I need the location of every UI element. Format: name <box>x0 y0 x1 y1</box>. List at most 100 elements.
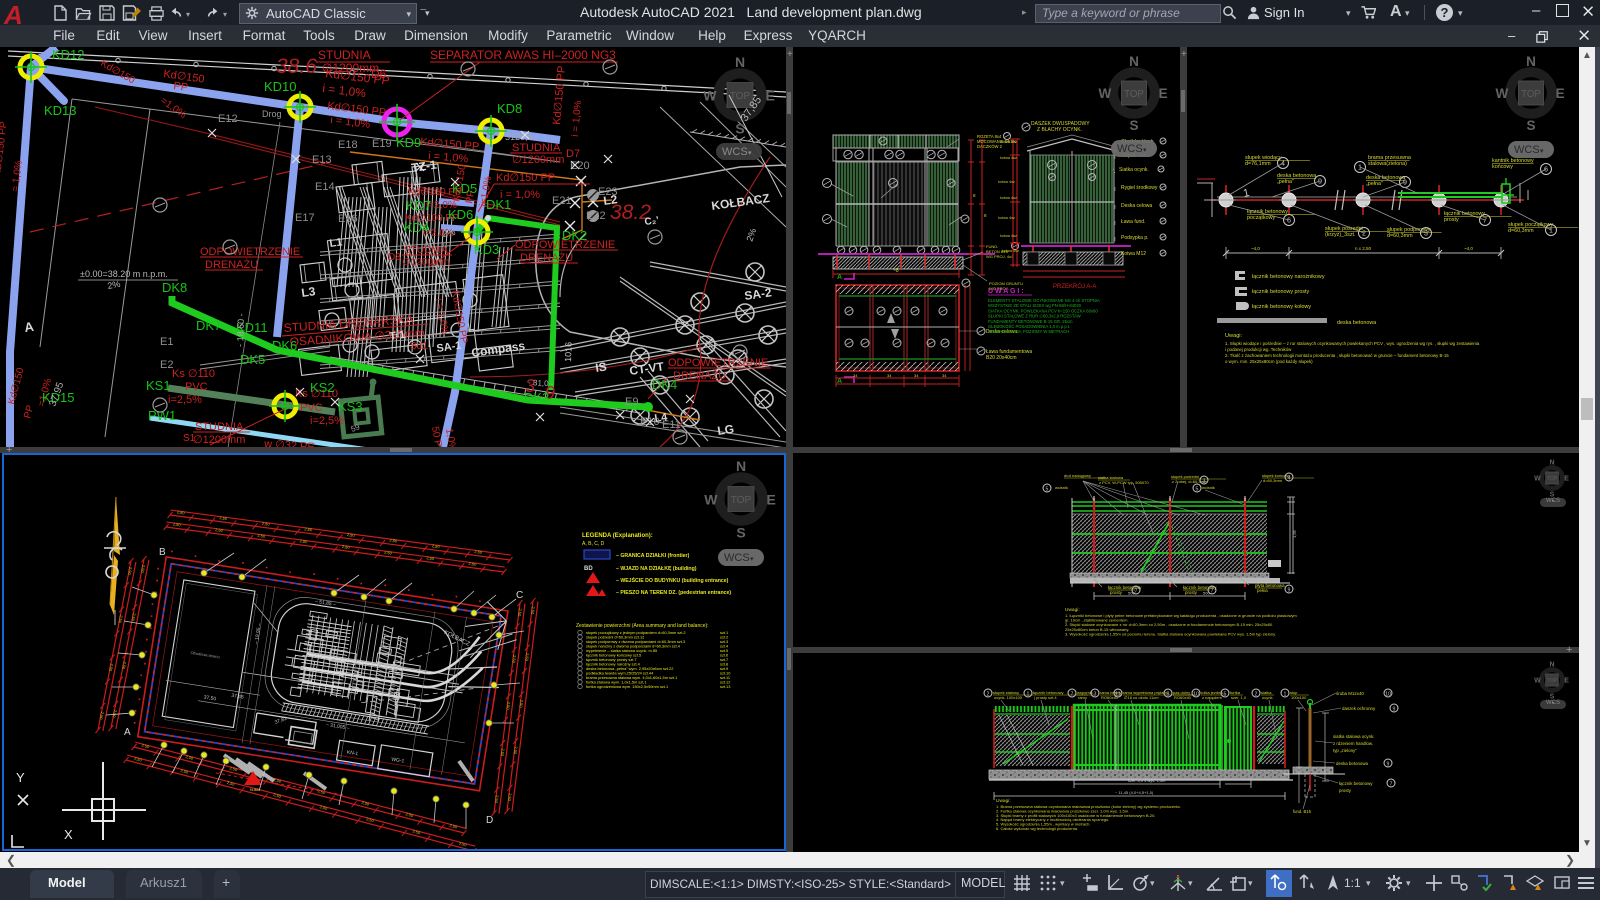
svg-text:„pełna”: „pełna” <box>1277 179 1294 185</box>
svg-text:KS2: KS2 <box>310 380 335 395</box>
svg-text:3: 3 <box>1203 479 1206 485</box>
svg-text:n x 2,50: n x 2,50 <box>1355 246 1372 251</box>
svg-text:E12: E12 <box>218 113 238 125</box>
svg-text:2,50: 2,50 <box>524 653 530 662</box>
svg-text:9: 9 <box>1387 762 1390 768</box>
svg-text:9: 9 <box>1393 707 1396 713</box>
svg-text:3: 3 <box>1094 692 1097 698</box>
svg-text:DK4: DK4 <box>652 377 677 392</box>
svg-text:prosty: prosty <box>1444 217 1459 223</box>
svg-text:50 PP: 50 PP <box>429 426 445 447</box>
svg-text:3. Wysokość ogrodzenia 1,55m: 3. Wysokość ogrodzenia 1,55m od poziomu … <box>1065 631 1276 636</box>
svg-text:łącznik betonowy prosty: łącznik betonowy prosty <box>1252 289 1310 295</box>
svg-text:∅1200mm: ∅1200mm <box>512 154 564 166</box>
svg-text:2,50: 2,50 <box>518 700 524 709</box>
svg-text:| prosty szt.4: | prosty szt.4 <box>1034 695 1057 700</box>
svg-text:DRENAŻU: DRENAŻU <box>673 369 726 382</box>
svg-text:kotwa 4sz: kotwa 4sz <box>1002 249 1019 253</box>
svg-text:▾: ▾ <box>748 150 752 157</box>
svg-text:ocynk. 100x100: ocynk. 100x100 <box>994 695 1023 700</box>
svg-text:słupek stalowy: słupek stalowy <box>993 690 1019 695</box>
svg-text:szt.13: szt.13 <box>720 684 730 689</box>
svg-text:prosty: prosty <box>1185 590 1198 595</box>
svg-text:KD10: KD10 <box>264 79 297 94</box>
svg-text:2,50: 2,50 <box>215 527 224 533</box>
svg-text:Z BLACHY OCYNK.: Z BLACHY OCYNK. <box>1037 127 1082 133</box>
svg-text:CT-VT: CT-VT <box>628 359 665 378</box>
svg-text:- 31,0 -: - 31,0 - <box>528 378 554 388</box>
svg-text:końcowy: końcowy <box>1492 164 1513 170</box>
svg-text:E21: E21 <box>552 195 572 207</box>
svg-text:S1: S1 <box>183 433 196 444</box>
svg-text:500: 500 <box>1128 591 1135 596</box>
svg-text:słupek pośredni: słupek pośredni <box>1325 226 1363 232</box>
svg-text:STUDNIA: STUDNIA <box>404 245 448 256</box>
svg-text:DK2: DK2 <box>562 228 587 243</box>
svg-text:L1: L1 <box>329 236 343 250</box>
svg-text:prosty: prosty <box>1339 788 1352 793</box>
svg-text:d=76,1mm: d=76,1mm <box>1245 161 1271 167</box>
svg-text:Ks ∅110: Ks ∅110 <box>172 368 215 380</box>
svg-text:Kd∅150 PP: Kd∅150 PP <box>496 172 555 184</box>
svg-text:B20 20x40cm: B20 20x40cm <box>986 355 1017 361</box>
svg-text:WG-1: WG-1 <box>391 757 405 765</box>
svg-text:ODPOWIETRZENIE: ODPOWIETRZENIE <box>200 246 300 258</box>
svg-text:3: 3 <box>1424 230 1428 238</box>
svg-text:S: S <box>1129 118 1138 133</box>
svg-text:szer. 4,0 x wys. 1,5m: szer. 4,0 x wys. 1,5m <box>1128 778 1166 783</box>
svg-text:~4,0: ~4,0 <box>1251 246 1260 251</box>
svg-text:2,50: 2,50 <box>494 795 500 804</box>
svg-text:– GRANICA DZIAŁKI (frontier): – GRANICA DZIAŁKI (frontier) <box>616 553 690 559</box>
svg-text:DK8: DK8 <box>162 280 187 295</box>
svg-text:– 19,95 –: – 19,95 – <box>254 623 263 645</box>
svg-text:6. Całość wykonać wg techno: 6. Całość wykonać wg technologii produce… <box>996 826 1078 831</box>
svg-text:1: 1 <box>1284 692 1287 698</box>
svg-text:łącznik betonowy: łącznik betonowy <box>1033 690 1063 695</box>
svg-text:2%: 2% <box>744 227 758 243</box>
svg-text:siatka stalowa: siatka stalowa <box>1098 475 1124 480</box>
svg-text:10: 10 <box>1193 692 1199 698</box>
svg-text:pas dolny: pas dolny <box>1173 690 1190 695</box>
svg-text:A: A <box>23 319 35 335</box>
svg-text:X: X <box>64 827 73 842</box>
svg-text:i = 1,0%: i = 1,0% <box>433 298 450 336</box>
svg-text:E1: E1 <box>160 336 173 348</box>
svg-text:deska betonowa: deska betonowa <box>1337 320 1376 326</box>
svg-text:DRENAŻU: DRENAŻU <box>520 251 573 264</box>
svg-text:5: 5 <box>1196 487 1199 493</box>
svg-text:łącznik betonowy narożnikowy: łącznik betonowy narożnikowy <box>1252 274 1325 280</box>
svg-text:TOP: TOP <box>730 91 751 102</box>
svg-text:2,50: 2,50 <box>389 538 398 544</box>
svg-text:E18: E18 <box>338 139 358 151</box>
svg-text:łącznik betonowy: łącznik betonowy <box>1339 781 1373 786</box>
svg-text:ODPOWIETRZENIE: ODPOWIETRZENIE <box>668 357 768 369</box>
svg-text:2,50: 2,50 <box>219 515 228 521</box>
svg-text:2,50: 2,50 <box>513 746 519 755</box>
svg-text:2,50: 2,50 <box>366 816 376 823</box>
svg-text:łącznik betonowy: łącznik betonowy <box>1444 211 1485 217</box>
svg-text:Rygiel środkowy: Rygiel środkowy <box>1121 185 1158 191</box>
svg-text:▾: ▾ <box>750 556 754 563</box>
svg-text:siatka stalowa ocynk.: siatka stalowa ocynk. <box>1333 734 1375 739</box>
svg-text:2,50: 2,50 <box>273 777 283 784</box>
svg-text:N: N <box>735 54 745 70</box>
svg-text:prosty: prosty <box>1110 590 1123 595</box>
svg-text:E: E <box>766 87 775 103</box>
svg-text:DK5: DK5 <box>240 352 265 367</box>
svg-text:KD7: KD7 <box>406 198 431 213</box>
svg-text:daszek ochronny: daszek ochronny <box>1342 706 1376 711</box>
svg-text:deska betonowa: deska betonowa <box>1277 173 1316 179</box>
svg-text:słupek wiodący: słupek wiodący <box>1245 155 1282 161</box>
svg-text:KD6: KD6 <box>448 207 473 222</box>
svg-text:34: 34 <box>887 373 892 378</box>
svg-text:– WEJŚCIE DO BUDYNKU (building: – WEJŚCIE DO BUDYNKU (building entrance) <box>616 577 729 584</box>
svg-text:5: 5 <box>1046 487 1049 493</box>
svg-text:7: 7 <box>1211 589 1214 595</box>
svg-text:~4,0: ~4,0 <box>1464 246 1473 251</box>
svg-text:2,50: 2,50 <box>361 800 371 807</box>
svg-text:N: N <box>736 458 746 474</box>
svg-text:E14: E14 <box>315 181 335 193</box>
svg-text:▾: ▾ <box>1143 147 1147 154</box>
svg-text:S: S <box>1526 118 1535 133</box>
svg-text:i=2,5%: i=2,5% <box>168 394 202 406</box>
